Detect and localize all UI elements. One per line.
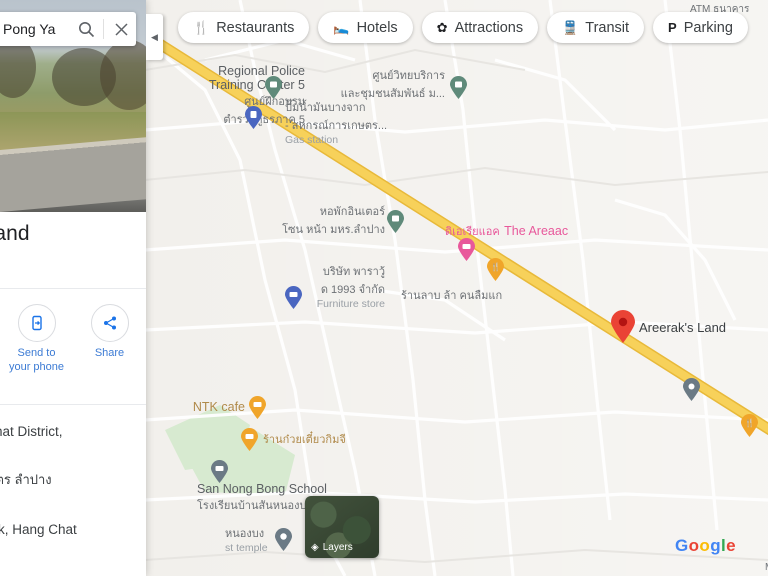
- map-canvas[interactable]: Regional Police Training Center 5 ศูนย์ฝ…: [145, 0, 768, 576]
- attractions-icon: ✿: [436, 20, 448, 35]
- send-to-phone-label: Send to your phone: [8, 347, 65, 373]
- filter-chip-label: Hotels: [356, 19, 398, 36]
- panel-divider-top: [0, 288, 146, 289]
- address-line-2: ้างอัตร ลำปาง: [0, 472, 52, 487]
- layers-icon: ◈: [311, 541, 319, 553]
- filter-chip-label: Attractions: [454, 19, 524, 36]
- filter-chip-bar: 🍴 Restaurants 🛌 Hotels ✿ Attractions 🚆 T…: [178, 12, 748, 43]
- place-action-bar: Send to your phone Share: [0, 298, 146, 402]
- search-bar[interactable]: Pong Ya: [0, 12, 136, 46]
- share-button[interactable]: Share: [73, 298, 146, 402]
- place-title: s Land: [0, 222, 30, 245]
- filter-chip-label: Transit: [585, 19, 630, 36]
- layers-button[interactable]: ◈ Layers: [305, 496, 379, 558]
- filter-chip-label: Restaurants: [216, 19, 295, 36]
- address-line-1: g Chat District,: [0, 424, 63, 439]
- filter-chip-attractions[interactable]: ✿ Attractions: [421, 12, 539, 43]
- filter-chip-label: Parking: [683, 19, 733, 36]
- close-icon[interactable]: [106, 22, 136, 37]
- send-to-phone-button[interactable]: Send to your phone: [0, 298, 73, 402]
- restaurant-icon: 🍴: [193, 20, 210, 35]
- transit-icon: 🚆: [562, 20, 579, 35]
- layers-label: Layers: [322, 541, 353, 553]
- search-divider: [103, 19, 104, 39]
- panel-divider-bottom: [0, 404, 146, 405]
- search-icon[interactable]: [71, 21, 101, 38]
- send-to-phone-icon: [17, 304, 56, 342]
- hotel-icon: 🛌: [333, 20, 350, 35]
- panel-collapse-button[interactable]: ◀: [146, 14, 163, 60]
- map-roads: [145, 0, 768, 576]
- layers-bar: ◈ Layers: [305, 536, 379, 558]
- search-input[interactable]: Pong Ya: [0, 21, 71, 37]
- place-details-panel: s Land Send to your phone Share g Chat D…: [0, 0, 146, 576]
- share-label: Share: [94, 347, 125, 359]
- address-line-3: Khok, Hang Chat: [0, 522, 77, 537]
- filter-chip-transit[interactable]: 🚆 Transit: [547, 12, 645, 43]
- google-maps-screen: Regional Police Training Center 5 ศูนย์ฝ…: [0, 0, 768, 576]
- parking-icon: P: [668, 20, 677, 35]
- filter-chip-restaurants[interactable]: 🍴 Restaurants: [178, 12, 310, 43]
- chevron-left-icon: ◀: [151, 31, 158, 42]
- filter-chip-parking[interactable]: P Parking: [653, 12, 748, 43]
- google-logo: Google: [675, 536, 736, 555]
- filter-chip-hotels[interactable]: 🛌 Hotels: [318, 12, 413, 43]
- share-icon: [90, 304, 129, 342]
